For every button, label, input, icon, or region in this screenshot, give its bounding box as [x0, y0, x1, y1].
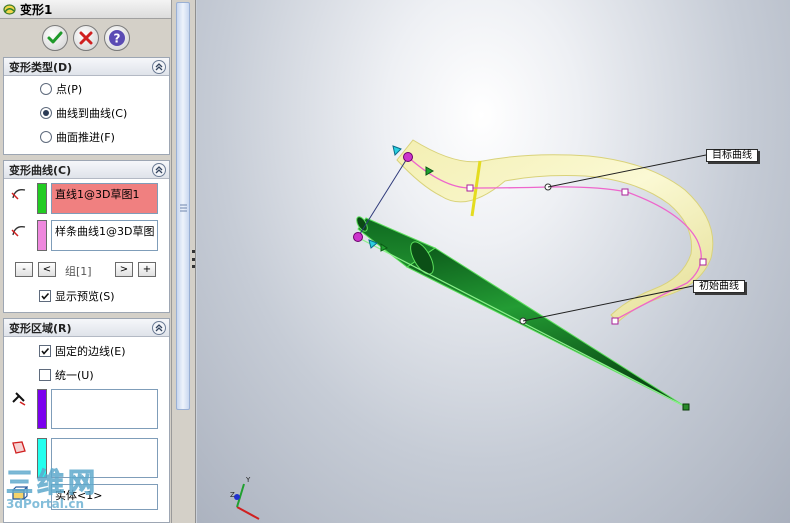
- radio-button[interactable]: [40, 83, 52, 95]
- deform-region-title: 变形区域(R): [9, 321, 72, 335]
- direction-arrow-icon[interactable]: [392, 145, 402, 156]
- radio-surface-push[interactable]: 曲面推进(F): [40, 129, 115, 145]
- checkbox[interactable]: [39, 345, 51, 357]
- spline-point-handle[interactable]: [466, 184, 474, 192]
- deform-type-header[interactable]: 变形类型(D): [4, 58, 169, 76]
- previous-group-button[interactable]: <: [38, 262, 56, 277]
- fixed-edges-label: 固定的边线(E): [55, 345, 126, 358]
- radio-curve-to-curve-label: 曲线到曲线(C): [56, 107, 128, 120]
- fixed-edges-swatch: [37, 389, 47, 429]
- panel-title-bar: 变形1: [0, 0, 171, 19]
- initial-curve-callout[interactable]: 初始曲线: [693, 280, 745, 293]
- checkbox[interactable]: [39, 290, 51, 302]
- show-preview-checkbox[interactable]: 显示预览(S): [39, 288, 115, 304]
- watermark-url: 3dPortal.cn: [6, 497, 85, 511]
- spline-point-handle[interactable]: [699, 258, 707, 266]
- face-icon: [9, 438, 29, 458]
- property-manager-panel: 变形1 ? 变形类型(D) 点(P) 曲线到曲线(C) 曲面推进(F) 变形曲线…: [0, 0, 172, 523]
- target-curve-callout[interactable]: 目标曲线: [706, 149, 758, 162]
- radio-button[interactable]: [40, 131, 52, 143]
- axis-triad[interactable]: Y Z: [230, 476, 260, 520]
- watermark-text: 三维网: [6, 468, 99, 499]
- watermark-logo: 三维网 3dPortal.cn: [6, 468, 99, 511]
- model-scene: Y Z: [230, 139, 714, 520]
- action-buttons: ?: [0, 19, 171, 57]
- deform-type-title: 变形类型(D): [9, 60, 73, 74]
- initial-callout-leader: [522, 285, 694, 322]
- spline-point-handle[interactable]: [611, 317, 619, 325]
- svg-text:?: ?: [113, 32, 120, 46]
- initial-end-handle[interactable]: [682, 403, 690, 411]
- panel-title: 变形1: [20, 2, 53, 17]
- show-preview-label: 显示预览(S): [55, 290, 115, 303]
- target-curve-swatch: [37, 220, 47, 251]
- collapse-icon[interactable]: [152, 320, 166, 335]
- cancel-button[interactable]: [72, 25, 99, 51]
- cone-body[interactable]: [406, 247, 687, 408]
- cancel-x-icon: [79, 31, 92, 45]
- svg-text:Y: Y: [245, 476, 251, 484]
- spline-point-handle[interactable]: [621, 188, 629, 196]
- ok-button[interactable]: [41, 25, 68, 51]
- radio-curve-to-curve[interactable]: 曲线到曲线(C): [40, 105, 127, 121]
- ok-check-icon: [47, 31, 62, 44]
- fixed-edge-icon: [9, 389, 29, 409]
- deform-curves-header[interactable]: 变形曲线(C): [4, 161, 169, 179]
- collapse-panel-handle[interactable]: [192, 250, 195, 268]
- target-start-handle[interactable]: [403, 152, 413, 162]
- target-curve-icon: [9, 220, 29, 240]
- group-label: 组[1]: [65, 265, 92, 278]
- deform-curves-title: 变形曲线(C): [9, 163, 72, 177]
- remove-group-button[interactable]: -: [15, 262, 33, 277]
- initial-curve-selection-box[interactable]: 直线1@3D草图1: [51, 183, 158, 214]
- next-group-button[interactable]: >: [115, 262, 133, 277]
- radio-button[interactable]: [40, 107, 52, 119]
- initial-start-handle[interactable]: [353, 232, 363, 242]
- help-question-icon: ?: [108, 30, 125, 46]
- initial-curve-swatch: [37, 183, 47, 214]
- initial-curve-icon: [9, 183, 29, 203]
- scroll-grip-icon: [180, 204, 187, 212]
- collapse-icon[interactable]: [152, 59, 166, 74]
- add-group-button[interactable]: +: [138, 262, 156, 277]
- radio-surface-push-label: 曲面推进(F): [56, 131, 115, 144]
- graphics-viewport[interactable]: Y Z 目标曲线 初始曲线: [197, 0, 790, 523]
- checkbox[interactable]: [39, 369, 51, 381]
- fixed-edges-row: [9, 389, 158, 429]
- uniform-checkbox[interactable]: 统一(U): [39, 367, 94, 383]
- deform-curves-group: 变形曲线(C) 直线1@3D草图1 样条曲线1@3D草图 - < 组[1] > …: [3, 160, 170, 313]
- radio-point-label: 点(P): [56, 83, 83, 96]
- deform-region-header[interactable]: 变形区域(R): [4, 319, 169, 337]
- fixed-edges-checkbox[interactable]: 固定的边线(E): [39, 343, 126, 359]
- vertical-scrollbar[interactable]: [176, 2, 190, 410]
- svg-text:Z: Z: [230, 491, 235, 499]
- radio-point[interactable]: 点(P): [40, 81, 82, 97]
- initial-curve-row: 直线1@3D草图1: [9, 183, 158, 214]
- help-button[interactable]: ?: [103, 25, 130, 51]
- uniform-label: 统一(U): [55, 369, 94, 382]
- target-curve-row: 样条曲线1@3D草图: [9, 220, 158, 251]
- deform-preview-body[interactable]: [396, 139, 714, 323]
- collapse-icon[interactable]: [152, 162, 166, 177]
- target-curve-selection-box[interactable]: 样条曲线1@3D草图: [51, 220, 158, 251]
- deform-type-group: 变形类型(D) 点(P) 曲线到曲线(C) 曲面推进(F): [3, 57, 170, 155]
- deform-feature-icon: [3, 4, 16, 15]
- fixed-edges-selection-box[interactable]: [51, 389, 158, 429]
